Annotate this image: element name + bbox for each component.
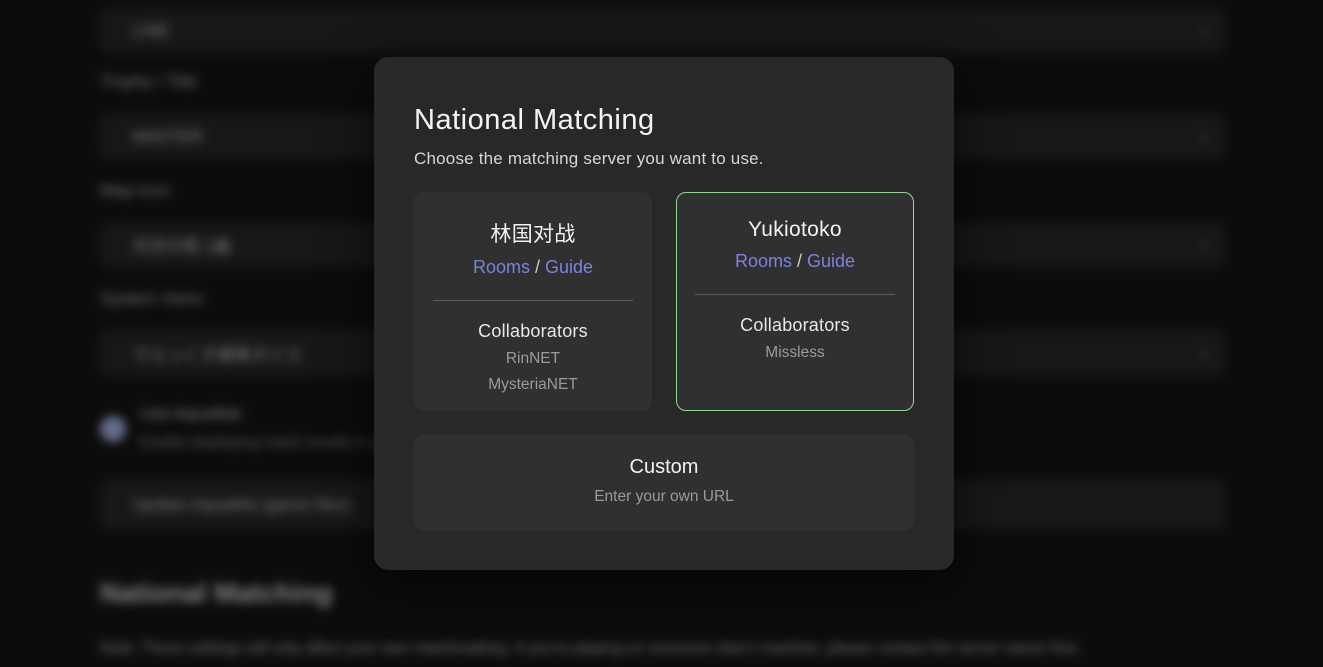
collaborator-name: MysteriaNET [415, 376, 651, 394]
map-icon-label: Map Icon [100, 181, 170, 201]
system-voice-value: でらっくす標準ボイス [132, 341, 302, 366]
server-card-yukiotoko[interactable]: Yukiotoko Rooms / Guide Collaborators Mi… [676, 192, 914, 411]
link-separator: / [792, 251, 807, 271]
custom-card-title: Custom [414, 456, 914, 479]
collaborator-name: Missless [677, 344, 913, 362]
server-name: Yukiotoko [677, 218, 913, 242]
map-icon-value: 天空の街 1曲 [132, 232, 231, 257]
use-aquamai-description: Enable displaying match results in game [140, 434, 408, 451]
card-divider [695, 294, 895, 295]
national-matching-section-heading: National Matching [100, 578, 333, 609]
trophy-title-label: Trophy / Title [100, 72, 198, 92]
custom-card-subtitle: Enter your own URL [414, 488, 914, 506]
server-card-linguo[interactable]: 林国对战 Rooms / Guide Collaborators RinNET … [414, 192, 652, 411]
name-select-value: LINE [132, 21, 170, 41]
server-cards-row: 林国对战 Rooms / Guide Collaborators RinNET … [414, 192, 914, 411]
guide-link[interactable]: Guide [807, 251, 855, 271]
national-matching-modal: National Matching Choose the matching se… [374, 57, 954, 570]
card-divider [433, 300, 633, 301]
modal-title: National Matching [414, 104, 914, 137]
use-aquamai-label: Use AquaMai [140, 404, 408, 424]
collaborators-heading: Collaborators [415, 321, 651, 342]
national-matching-note: Note: These settings will only affect yo… [100, 640, 1200, 658]
server-links: Rooms / Guide [677, 251, 913, 272]
server-name: 林国对战 [415, 218, 651, 248]
screen: LINE › Trophy / Title MASTER › Map Icon … [0, 0, 1323, 667]
link-separator: / [530, 257, 545, 277]
server-links: Rooms / Guide [415, 257, 651, 278]
chevron-right-icon: › [1200, 127, 1207, 147]
chevron-right-icon: › [1200, 343, 1207, 363]
custom-server-card[interactable]: Custom Enter your own URL [414, 434, 914, 530]
collaborator-name: RinNET [415, 350, 651, 368]
collaborators-heading: Collaborators [677, 315, 913, 336]
guide-link[interactable]: Guide [545, 257, 593, 277]
chevron-right-icon: › [1200, 235, 1207, 255]
use-aquamai-checkbox[interactable] [100, 416, 126, 442]
use-aquamai-row: Use AquaMai Enable displaying match resu… [100, 402, 408, 451]
rooms-link[interactable]: Rooms [735, 251, 792, 271]
rooms-link[interactable]: Rooms [473, 257, 530, 277]
trophy-title-value: MASTER [132, 127, 203, 147]
modal-subtitle: Choose the matching server you want to u… [414, 149, 914, 169]
name-select-row[interactable]: LINE › [100, 8, 1225, 53]
system-voice-label: System Voice [100, 289, 203, 309]
chevron-right-icon: › [1200, 21, 1207, 41]
